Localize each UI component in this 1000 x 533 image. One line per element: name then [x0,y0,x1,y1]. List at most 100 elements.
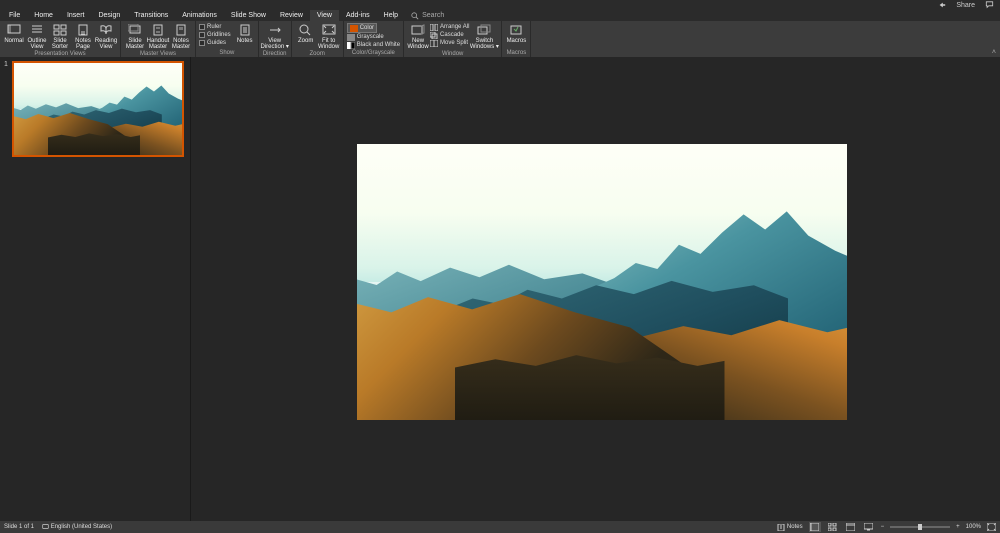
zoom-in-button[interactable]: + [956,524,960,530]
black-white-button[interactable]: Black and White [347,41,400,49]
notes-page-button[interactable]: NotesPage [72,22,94,51]
outline-view-button[interactable]: OutlineView [26,22,48,51]
zoom-out-button[interactable]: − [881,524,885,530]
tell-me-search[interactable]: Search [411,10,444,21]
group-show: Ruler Gridlines Guides Notes Show [196,21,259,57]
thumbnail-preview[interactable] [12,61,184,157]
language-icon [42,523,49,530]
notes-button[interactable]: Notes [235,22,255,44]
grayscale-button[interactable]: Grayscale [347,33,384,41]
reading-view-button[interactable]: ReadingView [95,22,117,51]
gridlines-checkbox[interactable]: Gridlines [199,31,231,39]
slide-counter[interactable]: Slide 1 of 1 [4,524,34,530]
lightbulb-icon [411,12,419,20]
share-label[interactable]: Share [956,2,975,9]
group-window: NewWindow Arrange All Cascade Move Split… [404,21,502,57]
fit-to-window-button[interactable]: Fit toWindow [318,22,340,51]
group-label: Macros [505,50,527,57]
ruler-checkbox[interactable]: Ruler [199,23,231,31]
switch-windows-button[interactable]: SwitchWindows ▾ [470,22,498,51]
slideshow-status-button[interactable] [863,522,875,532]
cascade-icon [430,32,438,39]
tab-insert[interactable]: Insert [60,10,92,21]
switch-windows-icon [477,23,491,37]
notes-master-icon [174,23,188,37]
arrange-all-button[interactable]: Arrange All [430,23,469,31]
grayscale-icon [347,34,355,41]
group-direction: ViewDirection ▾ Direction [259,21,292,57]
color-icon [350,25,358,32]
guides-checkbox[interactable]: Guides [199,39,231,47]
slide-sorter-button[interactable]: SlideSorter [49,22,71,51]
ribbon-tabs: File Home Insert Design Transitions Anim… [0,10,1000,21]
tab-review[interactable]: Review [273,10,310,21]
group-label: Color/Grayscale [347,50,400,57]
fit-status-icon [987,523,996,531]
tab-design[interactable]: Design [91,10,127,21]
group-zoom: Zoom Fit toWindow Zoom [292,21,344,57]
color-button[interactable]: Color [347,23,377,33]
zoom-slider-thumb[interactable] [918,524,922,530]
tab-slideshow[interactable]: Slide Show [224,10,273,21]
tab-view[interactable]: View [310,10,339,21]
slide-master-button[interactable]: SlideMaster [124,22,146,51]
notes-page-icon [76,23,90,37]
notes-status-icon [777,524,785,531]
zoom-icon [299,23,313,37]
status-bar: Slide 1 of 1 English (United States) Not… [0,521,1000,533]
title-bar: Share [0,0,1000,10]
group-macros: Macros Macros [502,21,531,57]
slideshow-status-icon [864,523,873,531]
sorter-status-icon [828,523,837,531]
group-label: Show [199,50,255,57]
tab-help[interactable]: Help [377,10,405,21]
notes-toggle[interactable]: Notes [777,524,803,531]
outline-view-icon [30,23,44,37]
direction-icon [268,23,282,37]
sorter-view-status-button[interactable] [827,522,839,532]
arrange-icon [430,24,438,31]
zoom-percent[interactable]: 100% [966,524,981,530]
notes-master-button[interactable]: NotesMaster [170,22,192,51]
new-window-icon [411,23,425,37]
collapse-ribbon-button[interactable]: ˄ [992,49,996,56]
normal-view-icon [7,23,21,37]
notes-icon [238,23,252,37]
zoom-slider[interactable] [890,526,950,528]
macros-button[interactable]: Macros [505,22,527,44]
zoom-button[interactable]: Zoom [295,22,317,44]
slide-master-icon [128,23,142,37]
slide-canvas[interactable] [357,144,847,420]
group-color-grayscale: Color Grayscale Black and White Color/Gr… [344,21,404,57]
move-split-button[interactable]: Move Split [430,39,469,47]
slide-editor[interactable] [191,57,1000,521]
fit-to-window-status-button[interactable] [987,523,996,531]
reading-status-icon [846,523,855,531]
tell-me-placeholder: Search [422,12,444,19]
cascade-button[interactable]: Cascade [430,31,469,39]
tab-transitions[interactable]: Transitions [127,10,175,21]
tab-home[interactable]: Home [27,10,60,21]
thumbnail-number: 1 [4,61,10,68]
view-direction-button[interactable]: ViewDirection ▾ [262,22,288,51]
normal-view-button[interactable]: Normal [3,22,25,44]
new-window-button[interactable]: NewWindow [407,22,429,51]
comments-icon[interactable] [985,1,994,9]
tab-animations[interactable]: Animations [175,10,224,21]
handout-master-icon [151,23,165,37]
macros-icon [509,23,523,37]
slide-thumbnails-panel[interactable]: 1 [0,57,191,521]
handout-master-button[interactable]: HandoutMaster [147,22,169,51]
workspace: 1 [0,57,1000,521]
group-master-views: SlideMaster HandoutMaster NotesMaster Ma… [121,21,196,57]
tab-file[interactable]: File [2,10,27,21]
reading-view-status-button[interactable] [845,522,857,532]
fit-window-icon [322,23,336,37]
thumbnail-item[interactable]: 1 [4,61,190,157]
normal-view-status-button[interactable] [809,522,821,532]
ribbon: Normal OutlineView SlideSorter NotesPage… [0,21,1000,58]
share-button[interactable] [938,1,946,9]
language-status[interactable]: English (United States) [42,523,112,530]
slide-content-image [357,144,847,420]
tab-addins[interactable]: Add-ins [339,10,377,21]
